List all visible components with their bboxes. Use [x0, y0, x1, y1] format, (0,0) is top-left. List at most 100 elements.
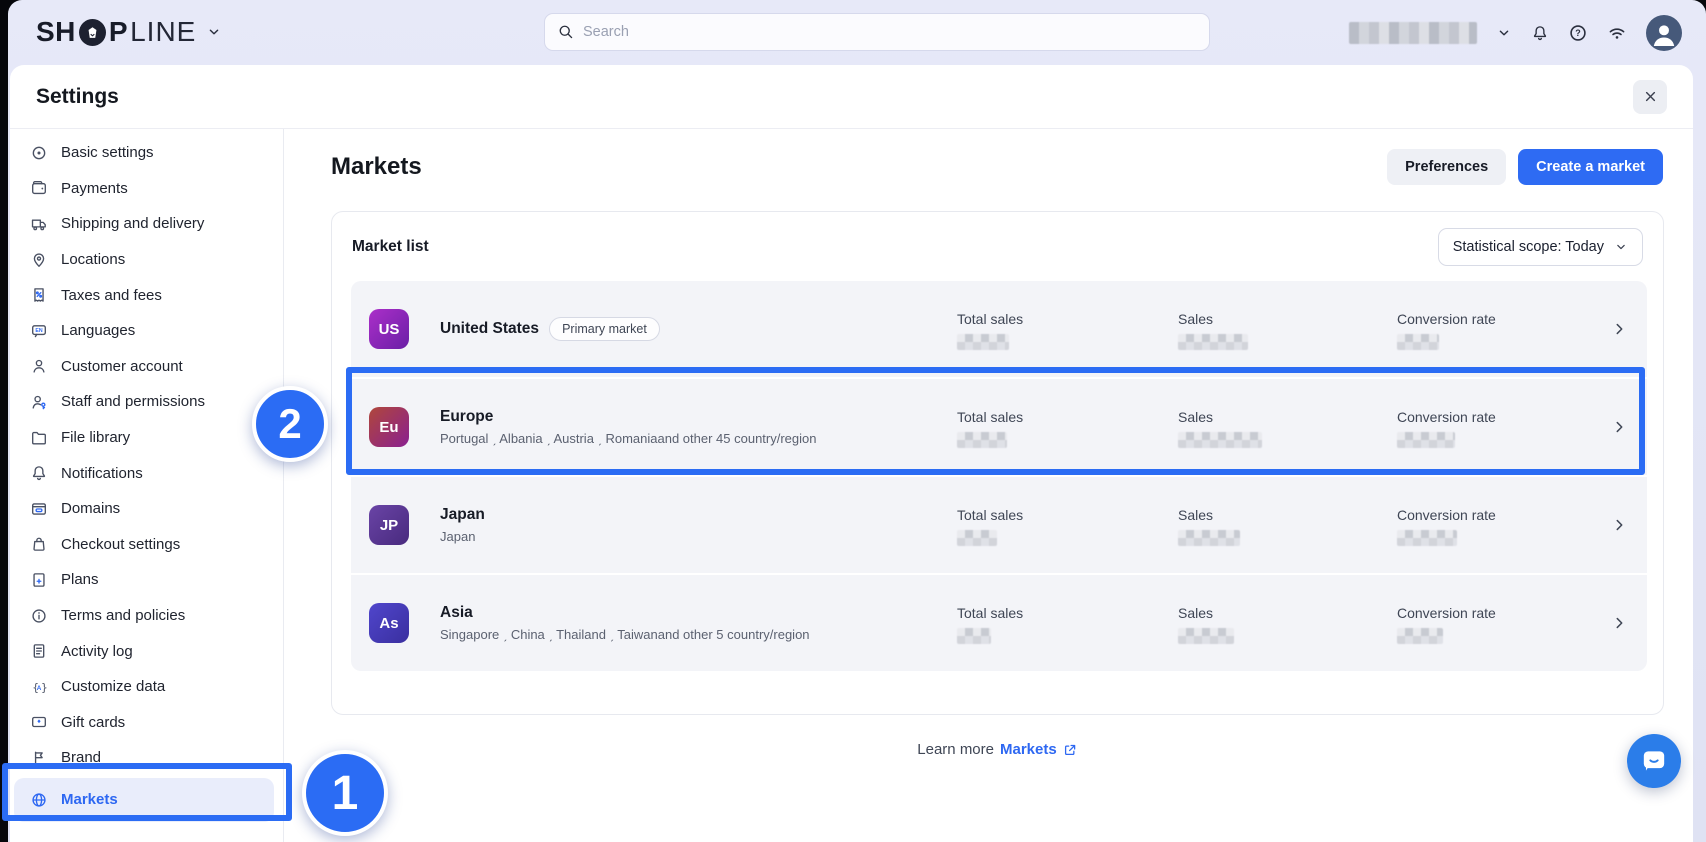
learn-more-row: Learn more Markets — [331, 741, 1664, 758]
sidebar-item-plans[interactable]: Plans — [10, 562, 283, 598]
sidebar-item-label: Locations — [61, 251, 125, 268]
sidebar-item-basic-settings[interactable]: Basic settings — [10, 135, 283, 171]
callout-step-1: 1 — [302, 750, 388, 836]
sidebar-item-gift-cards[interactable]: Gift cards — [10, 705, 283, 741]
shopline-o-mark-icon — [79, 19, 106, 46]
folder-icon — [30, 429, 48, 447]
learn-more-markets-link[interactable]: Markets — [1000, 741, 1078, 758]
close-button[interactable] — [1633, 80, 1667, 114]
stat-label: Sales — [1178, 409, 1262, 425]
logo-text: LINE — [130, 16, 196, 48]
chevron-right-icon — [1611, 615, 1628, 632]
sidebar-item-label: Plans — [61, 571, 99, 588]
help-circle-icon[interactable]: ? — [1568, 23, 1588, 43]
blurred-value — [957, 530, 997, 546]
wallet-icon — [30, 179, 48, 197]
market-name: United States — [440, 320, 539, 338]
market-badge: US — [369, 309, 409, 349]
stat-label: Conversion rate — [1397, 409, 1496, 425]
market-badge: As — [369, 603, 409, 643]
external-link-icon — [1062, 742, 1078, 758]
wifi-icon[interactable] — [1607, 23, 1627, 43]
svg-text:EN: EN — [35, 328, 42, 334]
truck-icon — [30, 215, 48, 233]
sidebar-item-label: Activity log — [61, 643, 133, 660]
sidebar-item-checkout-settings[interactable]: Checkout settings — [10, 527, 283, 563]
settings-panel: Settings Basic settingsPaymentsShipping … — [10, 65, 1693, 842]
sidebar-item-notifications[interactable]: Notifications — [10, 455, 283, 491]
market-row-asia[interactable]: AsAsiaSingapore ˏ China ˏ Thailand ˏ Tai… — [351, 575, 1647, 671]
sidebar-item-customer-account[interactable]: Customer account — [10, 349, 283, 385]
location-pin-icon — [30, 251, 48, 269]
person-key-icon — [30, 393, 48, 411]
stat-label: Conversion rate — [1397, 507, 1496, 523]
sidebar-item-languages[interactable]: ENLanguages — [10, 313, 283, 349]
sidebar-item-label: Payments — [61, 180, 128, 197]
scope-label: Statistical scope: Today — [1453, 239, 1604, 255]
bell-icon[interactable] — [1531, 24, 1549, 42]
avatar[interactable] — [1646, 15, 1682, 51]
blurred-value — [1397, 432, 1455, 448]
blurred-value — [957, 628, 991, 644]
sidebar-item-brand[interactable]: Brand — [10, 740, 283, 776]
market-badge: Eu — [369, 407, 409, 447]
sidebar-item-payments[interactable]: Payments — [10, 171, 283, 207]
statistical-scope-dropdown[interactable]: Statistical scope: Today — [1438, 228, 1643, 266]
document-plus-icon — [30, 571, 48, 589]
shopline-logo[interactable]: SH P LINE — [36, 16, 222, 48]
svg-text:}: } — [41, 680, 48, 693]
market-name: Europe — [440, 408, 493, 426]
learn-more-text: Learn more — [917, 741, 994, 758]
document-lines-icon — [30, 642, 48, 660]
sidebar-item-label: Basic settings — [61, 144, 154, 161]
gift-card-icon — [30, 713, 48, 731]
stat-conversion-rate: Conversion rate — [1397, 311, 1496, 350]
info-circle-icon — [30, 607, 48, 625]
sidebar-item-file-library[interactable]: File library — [10, 420, 283, 456]
sidebar-item-customize-data[interactable]: {}ACustomize data — [10, 669, 283, 705]
primary-market-badge: Primary market — [549, 317, 660, 341]
stat-conversion-rate: Conversion rate — [1397, 409, 1496, 448]
sidebar-item-activity-log[interactable]: Activity log — [10, 633, 283, 669]
sidebar-item-label: Brand — [61, 749, 101, 766]
stat-sales: Sales — [1178, 605, 1234, 644]
sidebar-item-staff-and-permissions[interactable]: Staff and permissions — [10, 384, 283, 420]
sidebar-item-taxes-and-fees[interactable]: Taxes and fees — [10, 277, 283, 313]
sidebar-item-label: Markets — [61, 791, 118, 808]
blurred-value — [1178, 530, 1240, 546]
sidebar-item-label: Terms and policies — [61, 607, 185, 624]
market-row-japan[interactable]: JPJapanJapanTotal salesSalesConversion r… — [351, 477, 1647, 573]
chevron-down-icon — [206, 24, 222, 40]
chevron-down-icon[interactable] — [1496, 25, 1512, 41]
search-input[interactable] — [583, 24, 1197, 40]
globe-icon — [30, 791, 48, 809]
stat-sales: Sales — [1178, 409, 1262, 448]
bell-icon — [30, 464, 48, 482]
live-chat-button[interactable] — [1627, 734, 1681, 788]
sidebar-item-shipping-and-delivery[interactable]: Shipping and delivery — [10, 206, 283, 242]
stat-conversion-rate: Conversion rate — [1397, 507, 1496, 546]
stat-sales: Sales — [1178, 507, 1240, 546]
sidebar-item-locations[interactable]: Locations — [10, 242, 283, 278]
create-market-button[interactable]: Create a market — [1518, 149, 1663, 185]
chevron-down-icon — [1614, 240, 1628, 254]
sidebar-item-label: Gift cards — [61, 714, 125, 731]
language-bubble-icon: EN — [30, 322, 48, 340]
main-content: Markets Preferences Create a market Mark… — [285, 129, 1693, 842]
market-row-europe[interactable]: EuEuropePortugal ˏ Albania ˏ Austria ˏ R… — [351, 379, 1647, 475]
sidebar-item-markets[interactable]: Markets — [14, 778, 274, 822]
close-icon — [1642, 88, 1659, 105]
market-name: Asia — [440, 604, 473, 622]
stat-sales: Sales — [1178, 311, 1248, 350]
sidebar-item-terms-and-policies[interactable]: Terms and policies — [10, 598, 283, 634]
blurred-value — [957, 334, 1009, 350]
sidebar-item-label: Domains — [61, 500, 120, 517]
sidebar-item-label: Shipping and delivery — [61, 215, 204, 232]
search-box[interactable] — [544, 13, 1210, 51]
blurred-value — [1397, 334, 1439, 350]
stat-conversion-rate: Conversion rate — [1397, 605, 1496, 644]
sidebar-item-domains[interactable]: Domains — [10, 491, 283, 527]
market-row-united-states[interactable]: USUnited StatesPrimary marketTotal sales… — [351, 281, 1647, 377]
stat-label: Conversion rate — [1397, 311, 1496, 327]
preferences-button[interactable]: Preferences — [1387, 149, 1506, 185]
